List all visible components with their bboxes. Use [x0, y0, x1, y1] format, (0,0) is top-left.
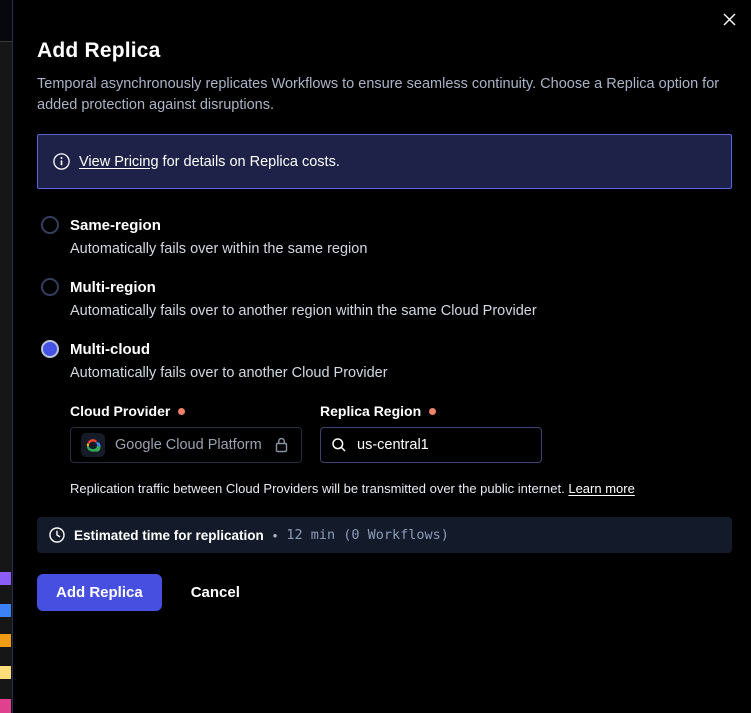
- cloud-provider-label-text: Cloud Provider: [70, 403, 170, 419]
- radio-multi-cloud[interactable]: Multi-cloud: [41, 340, 731, 358]
- estimate-label: Estimated time for replication: [74, 528, 264, 543]
- replica-region-field[interactable]: us-central1: [320, 427, 542, 463]
- cloud-provider-value: Google Cloud Platform: [115, 437, 262, 453]
- option-description: Automatically fails over within the same…: [70, 241, 731, 257]
- action-buttons: Add Replica Cancel: [37, 574, 731, 611]
- estimate-value: 12 min (0 Workflows): [286, 527, 449, 543]
- color-strip: [0, 699, 11, 713]
- option-label: Multi-cloud: [70, 341, 150, 358]
- radio-same-region[interactable]: Same-region: [41, 216, 731, 234]
- replica-region-value: us-central1: [357, 437, 429, 453]
- clock-icon: [49, 527, 65, 543]
- radio-circle-icon[interactable]: [41, 278, 59, 296]
- search-icon: [331, 437, 347, 453]
- background-page-header: [0, 0, 12, 42]
- lock-icon: [274, 437, 289, 453]
- option-description: Automatically fails over to another regi…: [70, 303, 731, 319]
- add-replica-modal: Add Replica Temporal asynchronously repl…: [12, 0, 751, 713]
- note-text: Replication traffic between Cloud Provid…: [70, 481, 568, 496]
- required-dot: [178, 408, 185, 415]
- public-internet-note: Replication traffic between Cloud Provid…: [70, 481, 731, 496]
- color-strip: [0, 572, 11, 585]
- cloud-provider-field: Google Cloud Platform: [70, 427, 302, 463]
- pricing-banner-text: View Pricing for details on Replica cost…: [79, 154, 340, 170]
- add-replica-button[interactable]: Add Replica: [37, 574, 162, 611]
- cloud-provider-label: Cloud Provider: [70, 403, 302, 419]
- multi-cloud-form: Cloud Provider Replica Region: [70, 403, 731, 463]
- option-same-region: Same-region Automatically fails over wit…: [37, 216, 731, 257]
- page-title: Add Replica: [37, 38, 731, 64]
- color-strip: [0, 634, 11, 647]
- info-icon: [53, 153, 70, 170]
- background-page: [0, 0, 12, 713]
- radio-circle-icon[interactable]: [41, 216, 59, 234]
- modal-description: Temporal asynchronously replicates Workf…: [37, 74, 723, 116]
- replica-region-label-text: Replica Region: [320, 403, 421, 419]
- radio-circle-selected-icon[interactable]: [41, 340, 59, 358]
- estimate-separator: •: [273, 528, 278, 543]
- estimate-banner: Estimated time for replication • 12 min …: [37, 517, 732, 553]
- option-label: Same-region: [70, 217, 161, 234]
- gcp-logo-tile: [81, 433, 105, 457]
- option-multi-cloud: Multi-cloud Automatically fails over to …: [37, 340, 731, 496]
- option-description: Automatically fails over to another Clou…: [70, 365, 731, 381]
- google-cloud-logo-icon: [85, 439, 101, 452]
- pricing-banner-rest: for details on Replica costs.: [159, 154, 340, 170]
- view-pricing-link[interactable]: View Pricing: [79, 154, 159, 170]
- radio-multi-region[interactable]: Multi-region: [41, 278, 731, 296]
- option-label: Multi-region: [70, 279, 156, 296]
- option-multi-region: Multi-region Automatically fails over to…: [37, 278, 731, 319]
- color-strip: [0, 604, 11, 617]
- pricing-banner: View Pricing for details on Replica cost…: [37, 134, 732, 189]
- cancel-button[interactable]: Cancel: [191, 584, 240, 601]
- required-dot: [429, 408, 436, 415]
- replica-region-label: Replica Region: [320, 403, 542, 419]
- color-strip: [0, 666, 11, 679]
- learn-more-link[interactable]: Learn more: [568, 481, 634, 496]
- replica-option-group: Same-region Automatically fails over wit…: [37, 216, 731, 496]
